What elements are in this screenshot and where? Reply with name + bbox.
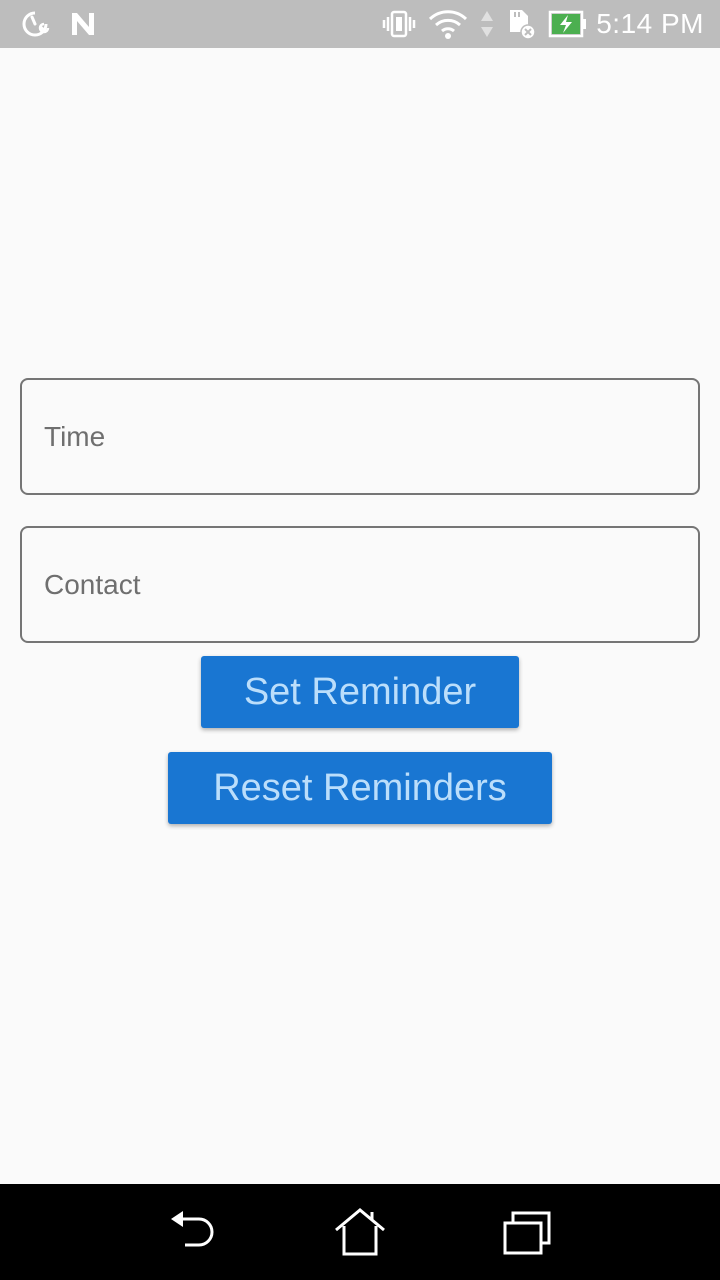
data-arrows-icon [480, 9, 494, 39]
set-reminder-button[interactable]: Set Reminder [201, 656, 519, 728]
home-button[interactable] [328, 1200, 392, 1264]
battery-charging-icon [548, 9, 588, 39]
wifi-icon [428, 9, 468, 39]
contact-field [20, 526, 700, 643]
status-clock: 5:14 PM [596, 8, 704, 39]
sd-card-x-icon [506, 8, 536, 40]
time-input[interactable] [22, 380, 698, 493]
back-button[interactable] [161, 1200, 225, 1264]
time-field [20, 378, 700, 495]
home-icon [335, 1208, 385, 1256]
status-bar: 5:14 PM [0, 0, 720, 48]
reset-reminders-button[interactable]: Reset Reminders [168, 752, 552, 824]
speedometer-wrench-icon [20, 9, 50, 39]
navigation-bar [0, 1184, 720, 1280]
main-content: Set Reminder Reset Reminders [0, 48, 720, 1184]
status-bar-right: 5:14 PM [370, 8, 704, 40]
status-bar-left [20, 9, 116, 39]
recents-icon [503, 1211, 551, 1255]
recents-button[interactable] [495, 1200, 559, 1264]
n-logo-icon [68, 9, 98, 39]
vibrate-icon [382, 9, 416, 39]
back-icon [171, 1211, 214, 1247]
contact-input[interactable] [22, 528, 698, 641]
